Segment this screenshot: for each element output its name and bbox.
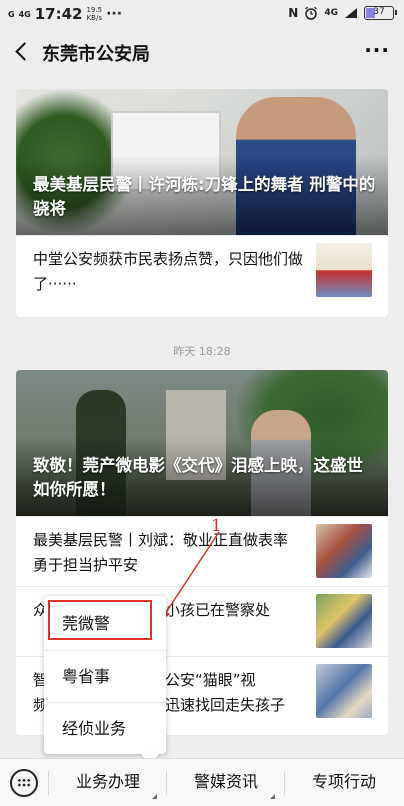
article-row-title[interactable]: 中堂公安频获市民表扬点赞，只因他们做了······ [33, 247, 305, 297]
menu-tab-business[interactable]: 业务办理 [50, 759, 166, 806]
speed-value: 19.5 [86, 6, 103, 14]
alarm-clock-icon [305, 6, 318, 20]
back-arrow-icon[interactable] [12, 40, 34, 64]
menu-tab-special[interactable]: 专项行动 [286, 759, 402, 806]
nav-bar: 东莞市公安局 ··· [0, 28, 404, 76]
menu-tab-news[interactable]: 警媒资讯 [168, 759, 284, 806]
article-thumbnail[interactable] [316, 243, 372, 297]
signal-g-icon: G [8, 9, 15, 19]
signal-strength-icon [345, 8, 357, 18]
submenu-item-jingzhen[interactable]: 经侦业务 [44, 702, 166, 754]
keyboard-keys [17, 778, 31, 788]
row-text-right: 小孩已在警察处 [165, 601, 271, 619]
speed-unit: KB/s [86, 14, 102, 22]
status-bar: G 4G 17:42 19.5 KB/s ··· N 4G 37 [0, 0, 404, 28]
article-card: 最美基层民警丨许河栋:刀锋上的舞者 刑警中的骁将 中堂公安频获市民表扬点赞，只因… [16, 89, 388, 317]
submenu-indicator-icon [152, 794, 157, 799]
article-row[interactable]: 最美基层民警丨刘斌：敬业正直做表率 勇于担当护平安 [16, 516, 388, 586]
menu-divider [166, 771, 167, 795]
article-thumbnail[interactable] [316, 524, 372, 578]
battery-level: 37 [373, 7, 385, 17]
page-title: 东莞市公安局 [42, 44, 150, 65]
notification-dots: ··· [106, 6, 123, 22]
nfc-icon: N [288, 6, 299, 20]
keyboard-toggle-icon[interactable] [10, 769, 38, 797]
article-row[interactable]: 中堂公安频获市民表扬点赞，只因他们做了······ [16, 235, 388, 305]
network-4g-icon: 4G [324, 8, 338, 18]
article-hero[interactable]: 致敬！莞产微电影《交代》泪感上映，这盛世如你所愿！ [16, 370, 388, 516]
menu-divider [48, 771, 49, 795]
article-thumbnail[interactable] [316, 594, 372, 648]
status-left: G 4G 17:42 19.5 KB/s ··· [8, 5, 122, 23]
article-thumbnail[interactable] [316, 664, 372, 718]
submenu-indicator-icon [270, 794, 275, 799]
message-timestamp: 昨天 18:28 [173, 345, 231, 358]
status-time: 17:42 [34, 5, 83, 23]
battery-icon: 37 [364, 6, 397, 20]
hero-title[interactable]: 致敬！莞产微电影《交代》泪感上映，这盛世如你所愿！ [33, 454, 376, 502]
annotation-number: 1 [211, 516, 222, 536]
network-speed: 19.5 KB/s [86, 6, 102, 22]
signal-4g-icon: 4G [18, 9, 31, 19]
row-text-right: 公安“猫眼”视 [165, 671, 256, 689]
bottom-menu-bar: 业务办理 警媒资讯 专项行动 [0, 758, 404, 806]
submenu-item-wanweijing[interactable]: 莞微警 [44, 598, 166, 650]
menu-divider [284, 771, 285, 795]
status-right: N 4G 37 [288, 6, 397, 20]
more-options-button[interactable]: ··· [364, 38, 390, 62]
submenu-item-yueshengshi[interactable]: 粤省事 [44, 650, 166, 702]
hero-title[interactable]: 最美基层民警丨许河栋:刀锋上的舞者 刑警中的骁将 [33, 173, 376, 221]
submenu-popup: 莞微警 粤省事 经侦业务 [44, 596, 166, 754]
article-row-title[interactable]: 最美基层民警丨刘斌：敬业正直做表率 勇于担当护平安 [33, 528, 305, 578]
article-hero[interactable]: 最美基层民警丨许河栋:刀锋上的舞者 刑警中的骁将 [16, 89, 388, 235]
row-text-right-2: 迅速找回走失孩子 [165, 696, 286, 714]
